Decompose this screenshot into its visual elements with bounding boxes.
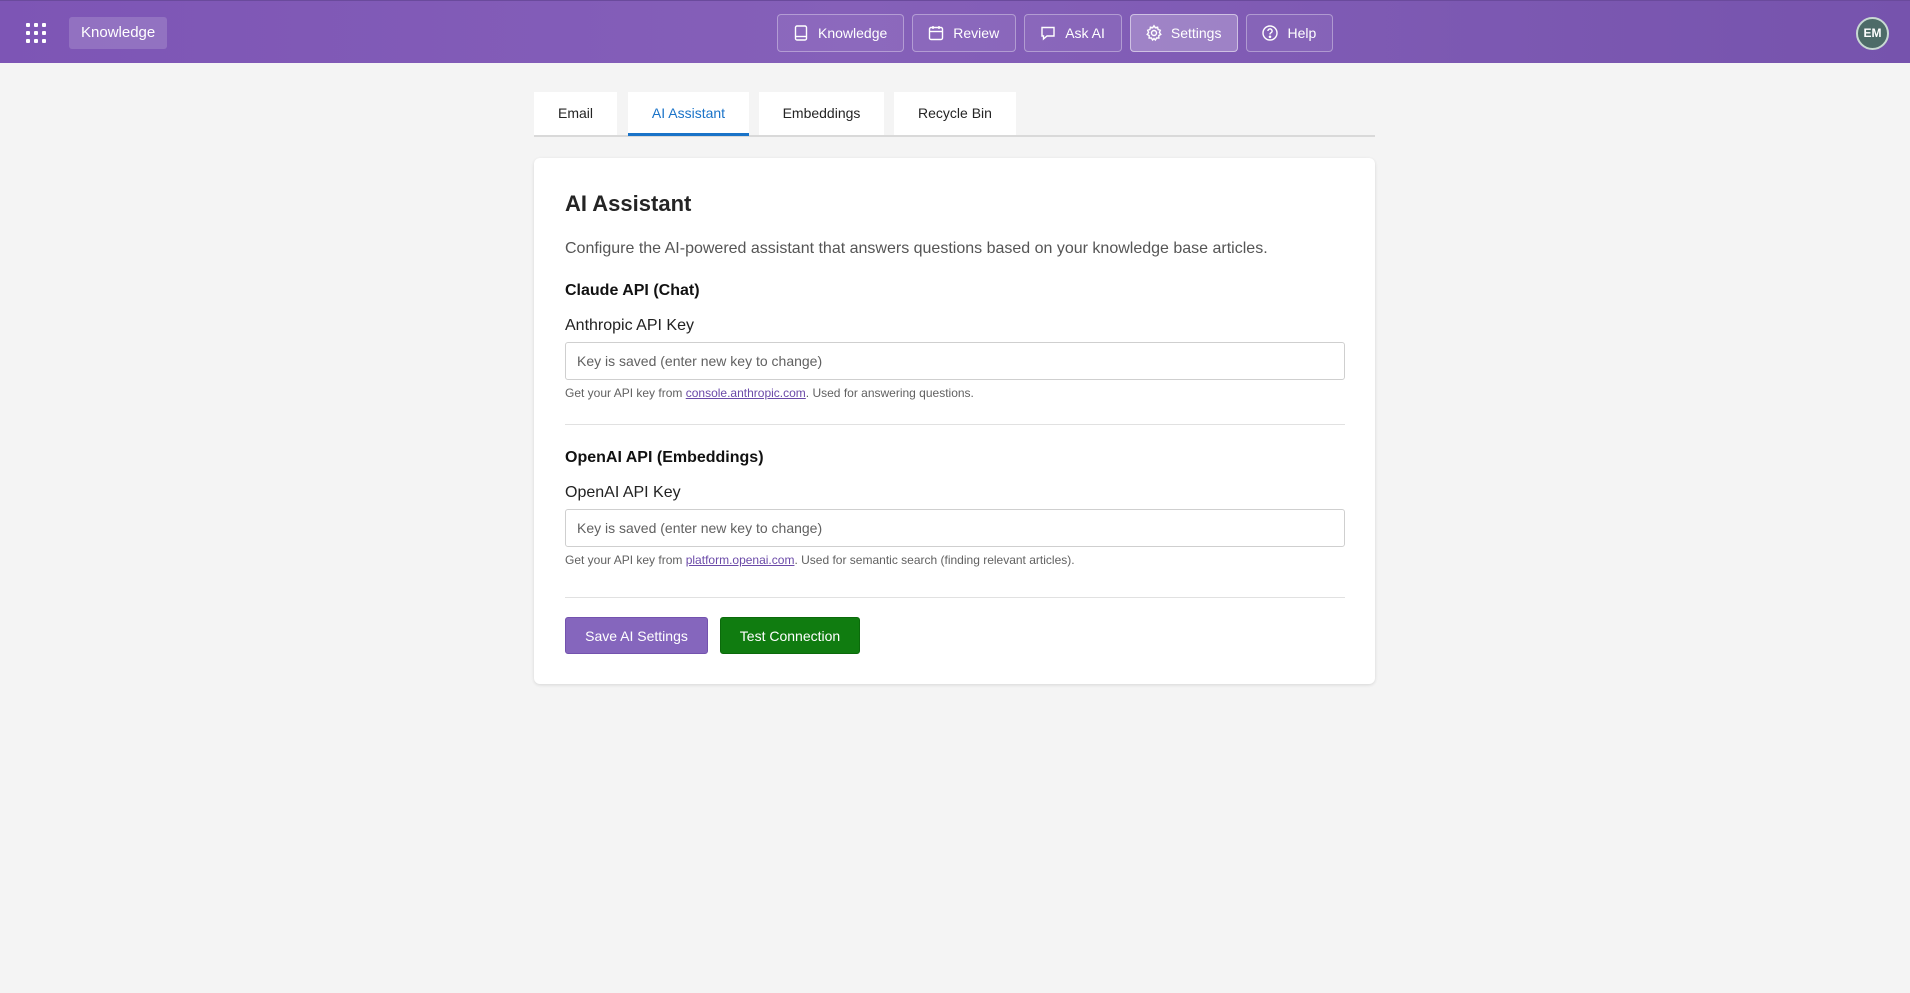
- gear-icon: [1146, 24, 1162, 42]
- nav-knowledge-button[interactable]: Knowledge: [777, 14, 905, 52]
- card-description: Configure the AI-powered assistant that …: [565, 240, 1268, 257]
- nav-knowledge-label: Knowledge: [818, 25, 888, 41]
- anthropic-key-input[interactable]: [565, 342, 1345, 380]
- claude-section-title: Claude API (Chat): [565, 282, 700, 299]
- nav-ask-ai-label: Ask AI: [1065, 25, 1105, 41]
- anthropic-console-link[interactable]: console.anthropic.com: [686, 386, 806, 400]
- page-title: AI Assistant: [565, 191, 692, 216]
- hint-prefix: Get your API key from: [565, 553, 686, 567]
- hint-suffix: . Used for semantic search (finding rele…: [794, 553, 1075, 567]
- nav-review-button[interactable]: Review: [912, 14, 1017, 52]
- ai-assistant-card: AI Assistant Configure the AI-powered as…: [534, 158, 1375, 684]
- nav-help-label: Help: [1287, 25, 1317, 41]
- settings-tabs: Email AI Assistant Embeddings Recycle Bi…: [534, 92, 1375, 137]
- nav-settings-label: Settings: [1170, 25, 1222, 41]
- anthropic-key-hint: Get your API key from console.anthropic.…: [565, 386, 974, 400]
- hint-prefix: Get your API key from: [565, 386, 686, 400]
- app-name-button[interactable]: Knowledge: [69, 17, 168, 49]
- help-icon: [1262, 25, 1279, 41]
- avatar[interactable]: EM: [1856, 17, 1889, 50]
- calendar-icon: [929, 26, 944, 41]
- tab-recycle-bin[interactable]: Recycle Bin: [894, 92, 1016, 135]
- actions-divider: [565, 597, 1345, 598]
- tab-ai-assistant[interactable]: AI Assistant: [628, 92, 749, 136]
- section-divider: [565, 424, 1345, 425]
- app-launcher-icon[interactable]: [24, 21, 48, 45]
- hint-suffix: . Used for answering questions.: [805, 386, 974, 400]
- openai-platform-link[interactable]: platform.openai.com: [686, 553, 795, 567]
- top-bar: Knowledge Knowledge Review Ask AI Settin…: [0, 0, 1910, 63]
- nav-review-label: Review: [953, 25, 1000, 41]
- tab-embeddings[interactable]: Embeddings: [759, 92, 884, 135]
- chat-icon: [1041, 26, 1055, 41]
- anthropic-key-label: Anthropic API Key: [565, 317, 694, 334]
- openai-key-label: OpenAI API Key: [565, 484, 681, 501]
- tab-email[interactable]: Email: [534, 92, 617, 135]
- openai-section-title: OpenAI API (Embeddings): [565, 449, 764, 466]
- nav-ask-ai-button[interactable]: Ask AI: [1024, 14, 1122, 52]
- openai-key-hint: Get your API key from platform.openai.co…: [565, 553, 1075, 567]
- nav-help-button[interactable]: Help: [1246, 14, 1334, 52]
- book-icon: [794, 25, 808, 41]
- main-nav: Knowledge Review Ask AI Settings Help: [777, 14, 1334, 52]
- test-connection-button[interactable]: Test Connection: [720, 617, 860, 654]
- save-ai-settings-button[interactable]: Save AI Settings: [565, 617, 708, 654]
- openai-key-input[interactable]: [565, 509, 1345, 547]
- nav-settings-button[interactable]: Settings: [1129, 14, 1239, 52]
